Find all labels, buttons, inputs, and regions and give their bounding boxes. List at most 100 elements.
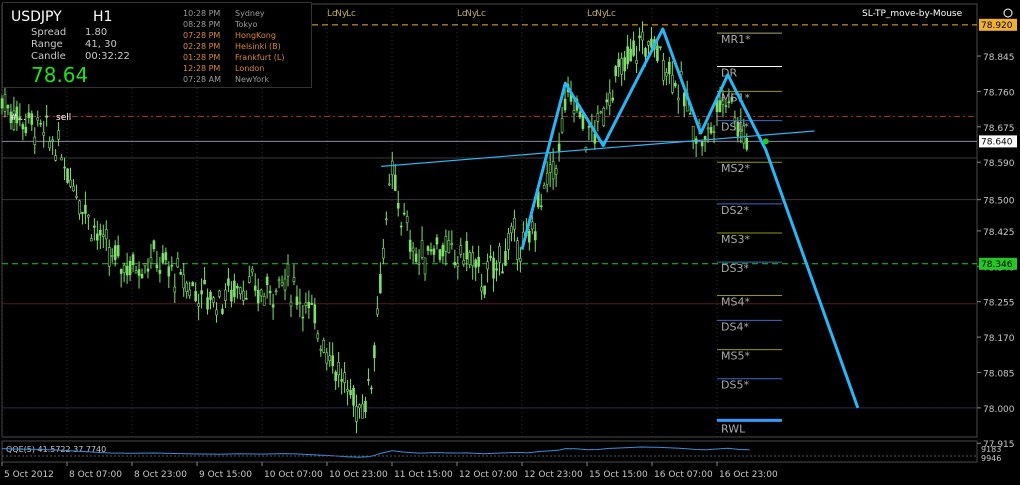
candle-body: [498, 245, 501, 263]
candle-body: [387, 183, 391, 186]
indicator-tick: 9183: [981, 445, 1001, 454]
candle-body: [489, 255, 492, 259]
x-tick-label: 9 Oct 15:00: [199, 470, 252, 480]
candle-body: [364, 401, 367, 413]
candle-body: [444, 236, 448, 252]
candle-body: [286, 263, 290, 277]
x-tick-label: 8 Oct 23:00: [134, 470, 187, 480]
candle-body: [551, 161, 555, 180]
candle-body: [242, 290, 245, 301]
candle-body: [581, 114, 585, 129]
candle-body: [465, 241, 469, 260]
candle-body: [688, 113, 692, 115]
candle-body: [161, 253, 165, 263]
candle-body: [310, 302, 314, 305]
candle-body: [137, 269, 141, 276]
candle-body: [459, 245, 463, 255]
candle-body: [656, 45, 659, 61]
candle-body: [471, 252, 475, 267]
sell-label: sell: [56, 113, 71, 123]
pivot-label: MS2*: [721, 162, 750, 175]
candle-body: [507, 233, 510, 250]
candle-body: [256, 289, 260, 304]
candle-body: [87, 214, 90, 218]
candle-body: [182, 274, 186, 289]
candle-body: [119, 268, 123, 274]
candle-body: [682, 92, 686, 107]
candle-body: [462, 260, 466, 265]
candle-body: [668, 61, 671, 74]
spread-value: 1.80: [85, 27, 108, 38]
candle-body: [140, 273, 144, 279]
candle-body: [313, 304, 317, 324]
candle-body: [456, 263, 460, 267]
candle-body: [173, 286, 177, 293]
candle-body: [6, 105, 10, 109]
price-tag-label: 78.640: [981, 137, 1013, 147]
candle-body: [390, 160, 394, 176]
candle-body: [69, 179, 72, 187]
candle-body: [340, 379, 343, 382]
candle-body: [599, 111, 603, 114]
y-tick-label: 78.675: [983, 124, 1015, 134]
candle-body: [706, 127, 710, 130]
candle-body: [215, 309, 218, 316]
x-tick-label: 5 Oct 2012: [4, 470, 54, 480]
candle-body: [262, 296, 266, 306]
pivot-label: DS4*: [721, 320, 749, 333]
candle-body: [206, 297, 209, 310]
candle-body: [671, 74, 674, 93]
candle-body: [617, 59, 620, 68]
candle-body: [423, 257, 427, 275]
candle-body: [110, 255, 114, 257]
candle-body: [185, 282, 189, 292]
candle-body: [611, 97, 615, 101]
candle-body: [328, 355, 332, 362]
candle-body: [638, 35, 641, 39]
range-value: 41, 30: [85, 39, 117, 50]
candle-body: [560, 117, 564, 133]
candle-body: [107, 247, 111, 267]
candle-body: [63, 166, 66, 169]
candle-body: [218, 290, 221, 297]
candle-body: [626, 46, 629, 65]
candle-body: [367, 379, 370, 381]
candle-body: [227, 278, 230, 286]
candle-body: [379, 274, 382, 294]
y-tick-label: 78.500: [983, 197, 1015, 207]
candle-body: [596, 113, 600, 122]
candle-body: [158, 269, 162, 274]
candle-body: [635, 60, 638, 64]
candle-body: [382, 248, 385, 259]
candle-body: [96, 233, 99, 241]
session-name: Helsinki (B): [235, 42, 281, 51]
candle-body: [274, 290, 278, 293]
session-name: Frankfurt (L): [235, 53, 285, 62]
candle-body: [271, 304, 275, 308]
candle-body: [665, 72, 668, 77]
candle-body: [480, 286, 483, 292]
candle-body: [101, 234, 105, 237]
x-tick-label: 12 Oct 07:00: [459, 470, 518, 480]
candle-body: [0, 98, 4, 109]
candle-body: [519, 257, 522, 262]
candle-body: [84, 204, 87, 214]
projection-dot: [762, 138, 769, 145]
candle-body: [477, 256, 480, 267]
session-time: 07:28 AM: [183, 75, 221, 84]
session-name: London: [235, 64, 265, 73]
candle-body: [247, 276, 251, 283]
candle-body: [259, 289, 263, 297]
candle-body: [36, 117, 40, 121]
indicator-frame: [1, 440, 978, 463]
candle-body: [149, 257, 153, 264]
candle-body: [48, 141, 51, 149]
session-marker: Lc: [606, 9, 616, 19]
candle-body: [620, 58, 623, 75]
pivot-label: DS3*: [721, 262, 749, 275]
candle-body: [343, 372, 346, 383]
candle-timer: 00:32:22: [85, 51, 130, 62]
candle-body: [530, 221, 534, 230]
candle-body: [30, 113, 34, 125]
x-tick-label: 8 Oct 07:00: [69, 470, 122, 480]
